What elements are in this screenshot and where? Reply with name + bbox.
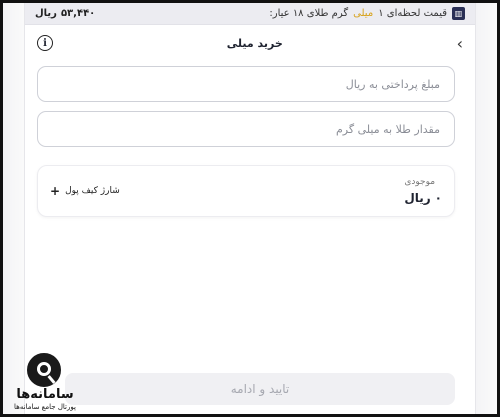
confirm-button[interactable]: تایید و ادامه xyxy=(65,373,455,405)
ticker-text-post: گرم طلای ۱۸ عیار: xyxy=(269,8,349,19)
charge-wallet-button[interactable]: شارژ کیف پول + xyxy=(50,184,120,198)
balance-value: ۰ ریال xyxy=(404,191,442,205)
magnifier-logo-icon xyxy=(27,353,61,387)
ticker-text-highlight: میلی xyxy=(353,8,374,19)
balance-unit: ریال xyxy=(404,191,431,205)
page-title: خرید میلی xyxy=(226,36,283,50)
watermark-tagline: پورتال جامع سامانه‌ها xyxy=(14,403,76,411)
balance-label: موجودی xyxy=(404,177,436,187)
gold-price: ۵۳,۴۴۰ ریال xyxy=(35,8,95,19)
balance-info: موجودی ۰ ریال xyxy=(404,177,442,205)
gold-amount-field[interactable] xyxy=(37,111,455,147)
right-gutter xyxy=(475,3,497,414)
price-ticker-bar: ۵۳,۴۴۰ ریال ▥ قیمت لحظه‌ای ۱ میلی گرم طل… xyxy=(25,3,475,25)
balance-amount: ۰ xyxy=(434,191,442,205)
chevron-left-icon[interactable]: ‹ xyxy=(457,34,463,53)
info-icon[interactable]: i xyxy=(37,35,53,51)
plus-icon: + xyxy=(50,184,61,198)
app-frame: ۵۳,۴۴۰ ریال ▥ قیمت لحظه‌ای ۱ میلی گرم طل… xyxy=(0,0,500,417)
wallet-balance-card: شارژ کیف پول + موجودی ۰ ریال xyxy=(37,165,455,217)
amount-field[interactable] xyxy=(37,66,455,102)
amount-input[interactable] xyxy=(52,77,440,91)
ticker-text-pre: قیمت لحظه‌ای ۱ xyxy=(378,8,447,19)
watermark-logo: سامانه‌ها پورتال جامع سامانه‌ها xyxy=(9,353,81,413)
gold-amount-input[interactable] xyxy=(52,122,440,136)
ticker-label: ▥ قیمت لحظه‌ای ۱ میلی گرم طلای ۱۸ عیار: xyxy=(269,7,465,20)
page-header: i خرید میلی ‹ xyxy=(25,25,475,61)
watermark-brand: سامانه‌ها xyxy=(16,387,74,402)
charge-wallet-label: شارژ کیف پول xyxy=(65,186,120,196)
gold-price-unit: ریال xyxy=(35,8,57,19)
gold-price-value: ۵۳,۴۴۰ xyxy=(60,8,96,19)
chart-icon: ▥ xyxy=(452,7,465,20)
